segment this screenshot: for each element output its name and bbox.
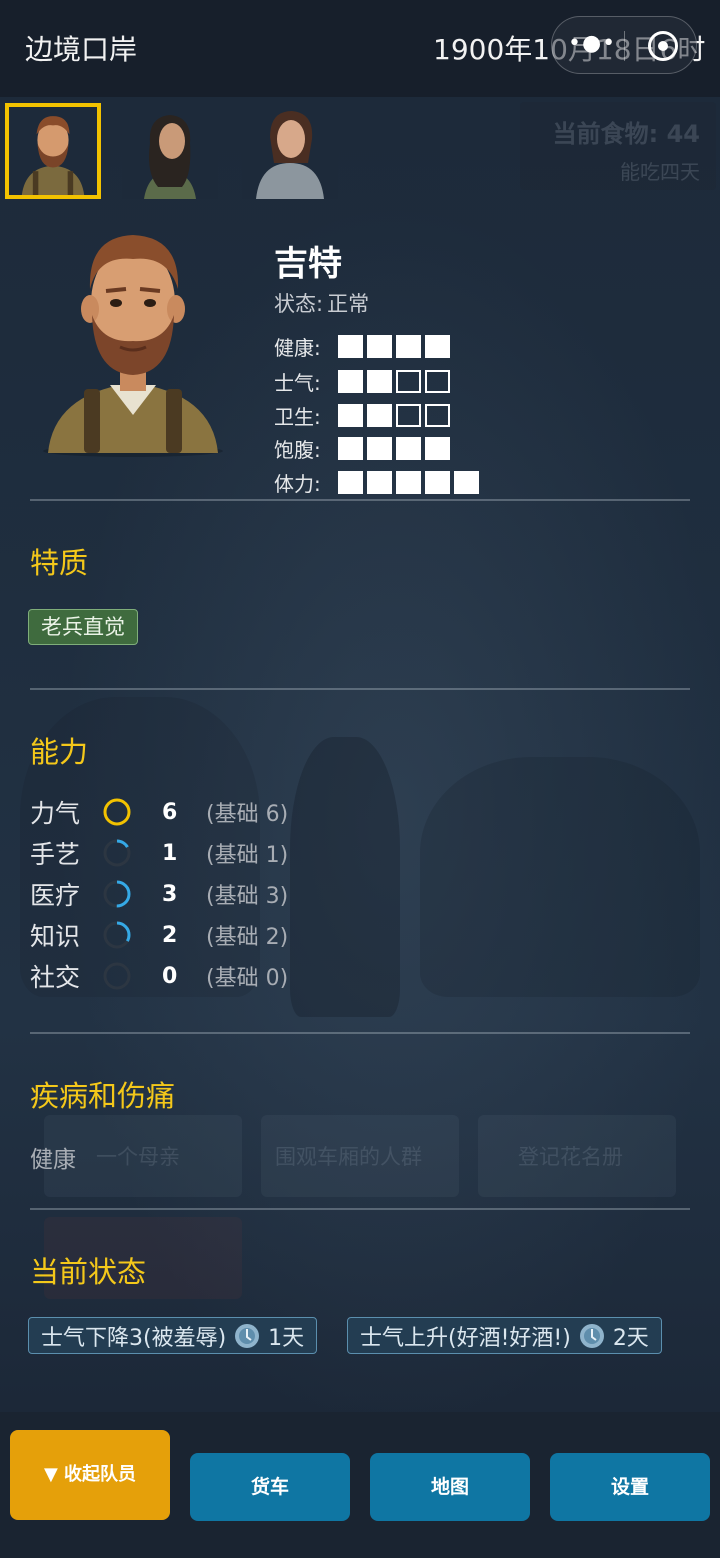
stat-label: 体力:: [274, 471, 321, 496]
ability-value: 2: [162, 922, 178, 948]
section-title-traits: 特质: [30, 546, 89, 580]
clock-icon: [235, 1323, 260, 1348]
event-card-crowd: 围观车厢的人群: [261, 1115, 459, 1197]
ability-row: 社交 0 (基础 0): [30, 958, 288, 994]
stat-row: 士气:: [274, 366, 450, 396]
collapse-party-button[interactable]: ▼ 收起队员: [10, 1430, 170, 1520]
section-title-abilities: 能力: [30, 735, 89, 769]
mini-program-capsule: •●•: [551, 16, 697, 74]
stat-box-filled: [367, 334, 392, 358]
divider: [30, 688, 690, 690]
ability-value: 1: [162, 840, 178, 866]
ability-name: 医疗: [30, 881, 81, 910]
stat-label: 饱腹:: [274, 437, 321, 462]
condition-badge-morale-up[interactable]: 士气上升(好酒!好酒!) 2天: [347, 1317, 662, 1354]
stat-box-filled: [338, 403, 363, 427]
character-portrait: [40, 225, 226, 460]
stat-boxes: [338, 470, 479, 494]
stat-box-filled: [338, 369, 363, 393]
stat-box-empty: [425, 369, 450, 393]
event-card-register: 登记花名册: [478, 1115, 676, 1197]
stat-box-filled: [338, 470, 363, 494]
stat-label: 健康:: [274, 335, 321, 360]
ability-ring-icon: [103, 962, 131, 990]
stat-box-filled: [367, 403, 392, 427]
stat-boxes: [338, 334, 450, 358]
stat-box-filled: [454, 470, 479, 494]
map-button[interactable]: 地图: [370, 1453, 530, 1521]
stat-box-filled: [425, 436, 450, 460]
stat-box-empty: [425, 403, 450, 427]
ability-name: 知识: [30, 922, 81, 951]
stat-label: 士气:: [274, 370, 321, 395]
party-member-jit[interactable]: [5, 103, 101, 199]
truck-button[interactable]: 货车: [190, 1453, 350, 1521]
food-panel: 当前食物: 44 能吃四天: [520, 102, 716, 190]
illness-status-text: 健康: [30, 1147, 76, 1173]
ability-ring-icon: [103, 839, 131, 867]
ability-row: 手艺 1 (基础 1): [30, 835, 288, 871]
ability-value: 0: [162, 963, 178, 989]
party-member-2[interactable]: [122, 103, 218, 199]
stat-row: 卫生:: [274, 400, 450, 430]
ability-name: 力气: [30, 799, 81, 828]
stat-boxes: [338, 436, 450, 460]
ability-row: 力气 6 (基础 6): [30, 794, 288, 830]
ability-name: 社交: [30, 963, 81, 992]
ability-ring-icon: [103, 921, 131, 949]
more-icon[interactable]: •●•: [568, 31, 616, 56]
food-days: 能吃四天: [620, 160, 700, 184]
stat-box-filled: [396, 334, 421, 358]
food-count: 当前食物: 44: [552, 120, 700, 148]
stat-box-filled: [425, 470, 450, 494]
top-bar: 边境口岸 1900年10月18日6时 •●•: [0, 0, 720, 97]
ability-name: 手艺: [30, 840, 81, 869]
ability-base: (基础 1): [206, 843, 289, 868]
character-name: 吉特: [274, 244, 342, 284]
ability-value: 3: [162, 881, 178, 907]
party-member-3[interactable]: [242, 103, 338, 199]
divider: [30, 1208, 690, 1210]
stat-boxes: [338, 369, 450, 393]
ability-row: 医疗 3 (基础 3): [30, 876, 288, 912]
stat-box-filled: [367, 369, 392, 393]
stat-box-filled: [396, 470, 421, 494]
ability-base: (基础 3): [206, 884, 289, 909]
clock-icon: [579, 1323, 604, 1348]
settings-button[interactable]: 设置: [550, 1453, 710, 1521]
ability-base: (基础 0): [206, 966, 289, 991]
stat-box-filled: [338, 334, 363, 358]
condition-badge-morale-down[interactable]: 士气下降3(被羞辱) 1天: [28, 1317, 318, 1354]
ability-ring-icon: [103, 798, 131, 826]
stat-box-filled: [425, 334, 450, 358]
stat-box-filled: [396, 436, 421, 460]
divider: [30, 1032, 690, 1034]
character-status: 状态: 正常: [274, 292, 370, 316]
stat-box-filled: [338, 436, 363, 460]
ability-row: 知识 2 (基础 2): [30, 917, 288, 953]
stat-row: 饱腹:: [274, 433, 450, 463]
close-target-icon[interactable]: [648, 31, 678, 61]
stat-box-empty: [396, 403, 421, 427]
status-value: 正常: [327, 292, 370, 316]
stat-box-filled: [367, 470, 392, 494]
ability-base: (基础 2): [206, 925, 289, 950]
ability-ring-icon: [103, 880, 131, 908]
stat-row: 体力:: [274, 467, 479, 497]
stat-row: 健康:: [274, 331, 450, 361]
stat-label: 卫生:: [274, 404, 321, 429]
stat-boxes: [338, 403, 450, 427]
stat-box-empty: [396, 369, 421, 393]
ability-base: (基础 6): [206, 802, 289, 827]
stat-box-filled: [367, 436, 392, 460]
trait-badge[interactable]: 老兵直觉: [28, 609, 138, 645]
location-title: 边境口岸: [25, 33, 138, 66]
section-title-conditions: 当前状态: [30, 1255, 147, 1289]
divider: [30, 499, 690, 501]
ability-value: 6: [162, 799, 178, 825]
section-title-illness: 疾病和伤痛: [30, 1079, 176, 1113]
